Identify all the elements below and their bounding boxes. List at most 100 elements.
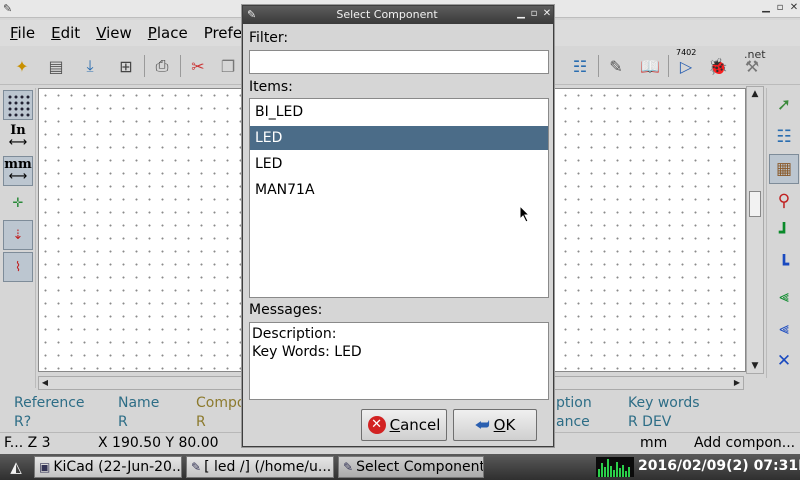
task-eeschema[interactable]: ✎[ led /] (/home/u... [186, 456, 334, 478]
menu-place[interactable]: Place [140, 24, 196, 42]
info-description: ption ance [556, 394, 592, 432]
task-kicad[interactable]: ▣ KiCad (22-Jun-20... [34, 456, 182, 478]
copy-icon[interactable]: ❐ [214, 52, 242, 80]
select-component-dialog: ✎ Select Component ▁ ▫ ✕ Filter: Items: … [242, 5, 554, 447]
list-item-selected[interactable]: LED [250, 126, 548, 150]
scroll-down-icon[interactable]: ▼ [747, 359, 763, 373]
list-item[interactable]: BI_LED [250, 100, 548, 124]
items-list[interactable]: BI_LED LED LED MAN71A [249, 98, 549, 298]
task-kicad-label: KiCad (22-Jun-20... [53, 459, 182, 475]
menu-view[interactable]: View [88, 24, 140, 42]
wire-to-bus-entry-icon[interactable]: ⫷ [769, 282, 799, 312]
dialog-minimize-icon[interactable]: ▁ [515, 8, 527, 19]
cursor-shape-icon[interactable]: ✛ [3, 188, 33, 218]
bus-wire-angle-icon[interactable]: ⌇ [3, 252, 33, 282]
erc-bug-icon[interactable]: 🐞 [704, 52, 732, 80]
hierarchy-icon[interactable]: ☷ [769, 122, 799, 152]
annotate-icon[interactable]: ▷ 7402 [672, 48, 700, 80]
toolbar-separator [598, 55, 599, 77]
ok-label: K [505, 416, 516, 434]
toolbar-separator [180, 55, 181, 77]
info-reference-value: R? [14, 414, 32, 430]
print-icon[interactable]: ⎙ [148, 52, 176, 80]
task-eeschema-label: [ led /] (/home/u... [204, 459, 332, 475]
scroll-left-icon[interactable]: ◀ [39, 377, 51, 389]
info-component-label: Compo [196, 395, 246, 411]
menu-view-label: iew [106, 24, 132, 42]
units-inch-icon[interactable]: In ⟷ [3, 122, 33, 152]
cancel-mnemonic: C [389, 416, 401, 434]
page-settings-icon[interactable]: ⊞ [112, 52, 140, 80]
dialog-maximize-icon[interactable]: ▫ [528, 8, 540, 19]
list-item[interactable]: LED [250, 152, 548, 176]
vertical-scrollbar[interactable]: ▲ ▼ [746, 86, 764, 374]
menu-edit-mnemonic: E [51, 24, 61, 42]
minimize-icon[interactable]: ▁ [760, 2, 772, 13]
info-component-value: R [196, 414, 206, 430]
menu-file[interactable]: File [2, 24, 43, 42]
grid-dots-graphic [8, 95, 30, 117]
status-coordinates: X 190.50 Y 80.00 [98, 435, 219, 451]
save-icon[interactable]: ⤓ [76, 52, 104, 80]
message-description: Description: [252, 326, 337, 342]
items-label: Items: [249, 79, 293, 95]
info-name: Name R [118, 394, 159, 432]
cancel-button[interactable]: ✕ Cancel [361, 409, 447, 441]
list-item[interactable]: MAN71A [250, 178, 548, 202]
info-reference-label: Reference [14, 395, 85, 411]
double-arrow-icon: ⟷ [8, 135, 28, 150]
cancel-label: ancel [400, 416, 441, 434]
ok-button[interactable]: ⮨ OK [453, 409, 537, 441]
eeschema-task-icon: ✎ [191, 460, 202, 474]
close-icon[interactable]: ✕ [788, 2, 800, 13]
units-mm-icon[interactable]: mm ⟷ [3, 156, 33, 186]
filter-input[interactable] [249, 50, 549, 74]
dialog-close-icon[interactable]: ✕ [541, 8, 553, 19]
dialog-title-bar[interactable]: ✎ Select Component ▁ ▫ ✕ [243, 6, 553, 24]
cut-icon[interactable]: ✂ [184, 52, 212, 80]
vertical-scroll-thumb[interactable] [749, 191, 761, 217]
netlist-icon[interactable]: .net ⚒ [738, 48, 766, 80]
bus-to-bus-entry-icon[interactable]: ⫷ [769, 314, 799, 344]
messages-box: Description: Key Words: LED [249, 322, 549, 400]
info-description-label: ption [556, 395, 592, 411]
place-component-icon[interactable]: ▦ [769, 154, 799, 184]
grid-toggle-icon[interactable] [3, 90, 33, 120]
scroll-up-icon[interactable]: ▲ [747, 87, 763, 101]
info-reference: Reference R? [14, 394, 85, 432]
start-menu-icon[interactable]: ◭ [0, 454, 32, 480]
ok-arrow-icon: ⮨ [474, 415, 490, 434]
place-wire-icon[interactable]: ┛ [769, 218, 799, 248]
scroll-right-icon[interactable]: ▶ [731, 377, 743, 389]
info-keywords-value: R DEV [628, 414, 672, 430]
task-select-component[interactable]: ✎ Select Component [338, 456, 484, 478]
library-editor-icon[interactable]: ✎ [602, 52, 630, 80]
select-arrow-icon[interactable]: ➚ [769, 90, 799, 120]
sheet-settings-icon[interactable]: ▤ [42, 52, 70, 80]
menu-edit-label: dit [60, 24, 81, 42]
app-icon: ✎ [3, 2, 13, 15]
place-power-icon[interactable]: ⚲ [769, 186, 799, 216]
hierarchy-navigator-icon[interactable]: ☷ [566, 52, 594, 80]
status-units: mm [640, 435, 668, 451]
menu-view-mnemonic: V [96, 24, 107, 42]
status-zoom: F... Z 3 [4, 435, 51, 451]
new-schematic-icon[interactable]: ✦ [8, 52, 36, 80]
info-keywords: Key words R DEV [628, 394, 700, 432]
info-description-value: ance [556, 414, 590, 430]
menu-edit[interactable]: Edit [43, 24, 88, 42]
dialog-task-icon: ✎ [343, 460, 354, 474]
toolbar-separator [144, 55, 145, 77]
hidden-pins-icon[interactable]: ⇣ [3, 220, 33, 250]
annotate-chip-label: 7402 [676, 48, 697, 57]
task-select-component-label: Select Component [356, 459, 484, 475]
library-browser-icon[interactable]: 📖 [636, 52, 664, 80]
kicad-task-icon: ▣ [39, 460, 51, 474]
no-connect-icon[interactable]: ✕ [769, 346, 799, 376]
maximize-icon[interactable]: ▫ [774, 2, 786, 13]
mouse-pointer-icon [519, 205, 531, 223]
clock[interactable]: 2016/02/09(2) 07:31PM [638, 458, 800, 474]
right-toolbar: ➚ ☷ ▦ ⚲ ┛ ┗ ⫷ ⫷ ✕ [766, 88, 800, 378]
status-mode: Add compon... [694, 435, 796, 451]
place-bus-icon[interactable]: ┗ [769, 250, 799, 280]
